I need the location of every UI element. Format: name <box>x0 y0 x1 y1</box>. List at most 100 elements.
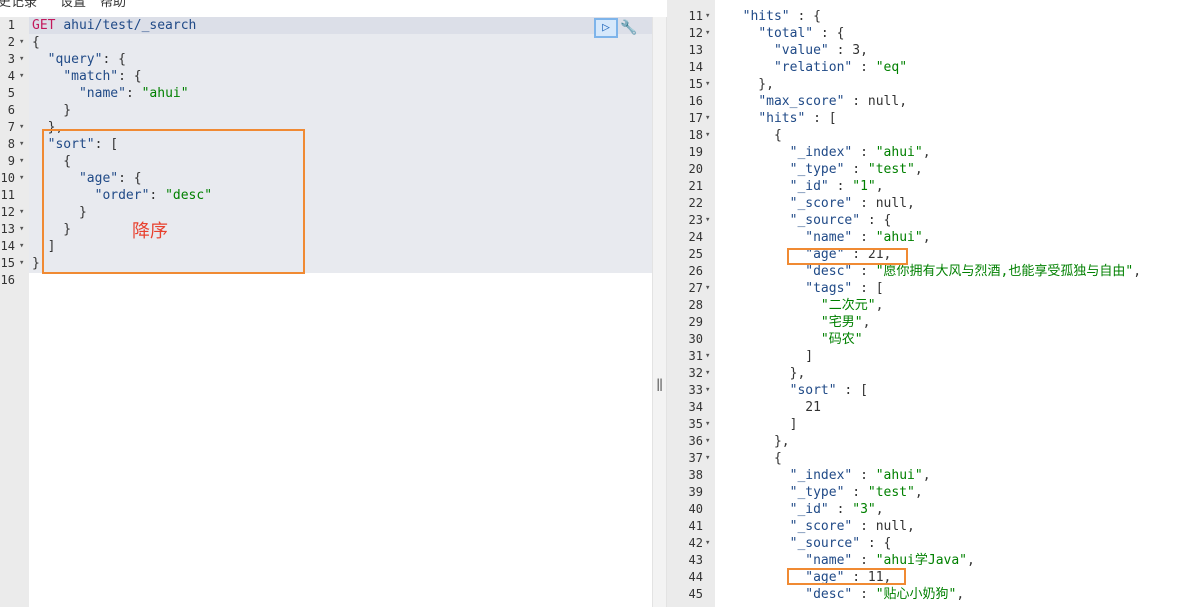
line-number: 26 <box>688 264 703 278</box>
fold-arrow-icon[interactable]: ▾ <box>19 170 24 187</box>
age-annotation-box-2 <box>787 568 906 585</box>
fold-arrow-icon[interactable]: ▾ <box>19 153 24 170</box>
line-number: 6 <box>7 103 15 117</box>
code-token: "ahui" <box>875 230 923 245</box>
fold-arrow-icon[interactable]: ▾ <box>19 204 24 221</box>
run-request-button[interactable]: ▷ <box>594 18 618 38</box>
code-token: , <box>875 179 884 194</box>
fold-arrow-icon[interactable]: ▾ <box>19 136 24 153</box>
line-number: 17 <box>688 111 703 125</box>
code-token: { <box>727 451 782 466</box>
line-number: 8 <box>7 137 15 151</box>
code-token: "ahui" <box>875 145 923 160</box>
code-line: "value" : 3, <box>727 42 868 59</box>
code-token: : { <box>860 536 892 551</box>
code-token: "_type" <box>789 162 845 177</box>
line-number: 37 <box>688 451 703 465</box>
request-editor[interactable]: 1 GET ahui/test/_search 2 ▾{3 ▾ "query": {4 ▾… <box>0 17 652 607</box>
fold-arrow-icon[interactable]: ▾ <box>705 212 710 229</box>
code-line: 21 <box>727 399 821 416</box>
code-token: , <box>922 468 931 483</box>
fold-arrow-icon[interactable]: ▾ <box>19 238 24 255</box>
fold-arrow-icon[interactable]: ▾ <box>705 8 710 25</box>
code-token: "ahui学Java" <box>875 553 968 568</box>
code-line: ] <box>727 416 798 433</box>
fold-arrow-icon[interactable]: ▾ <box>705 535 710 552</box>
code-line: "_type" : "test", <box>727 161 923 178</box>
fold-arrow-icon[interactable]: ▾ <box>19 34 24 51</box>
sort-annotation-box <box>42 129 305 274</box>
code-token: , <box>914 485 923 500</box>
fold-arrow-icon[interactable]: ▾ <box>705 382 710 399</box>
code-token: : { <box>789 9 821 24</box>
code-line: "_index" : "ahui", <box>727 144 931 161</box>
code-line: }, <box>727 365 806 382</box>
code-line: "desc" : "愿你拥有大风与烈酒,也能享受孤独与自由", <box>727 263 1141 280</box>
fold-arrow-icon[interactable]: ▾ <box>19 255 24 272</box>
code-line: } <box>32 102 71 119</box>
fold-arrow-icon[interactable]: ▾ <box>705 25 710 42</box>
fold-arrow-icon[interactable]: ▾ <box>705 416 710 433</box>
code-line: { <box>727 127 782 144</box>
line-number: 15 <box>688 77 703 91</box>
fold-arrow-icon[interactable]: ▾ <box>705 110 710 127</box>
line-number: 11 <box>688 9 703 23</box>
code-line: "max_score" : null, <box>727 93 907 110</box>
menu-settings[interactable]: 设置 <box>60 0 86 10</box>
code-token: : <box>844 485 868 500</box>
code-token: , <box>875 298 884 313</box>
fold-arrow-icon[interactable]: ▾ <box>705 280 710 297</box>
code-token: : null, <box>852 519 915 534</box>
double-bar-icon: ‖ <box>656 377 664 391</box>
code-token: ] <box>727 349 814 364</box>
code-line: "total" : { <box>727 25 844 42</box>
code-token: "hits" <box>742 9 790 24</box>
code-token: "ahui" <box>875 468 923 483</box>
response-viewer[interactable]: 11 ▾ "hits" : {12 ▾ "total" : {13 "value" … <box>667 0 1189 607</box>
code-line: "hits" : { <box>727 8 821 25</box>
fold-arrow-icon[interactable]: ▾ <box>19 51 24 68</box>
code-token: , <box>914 162 923 177</box>
code-token: "name" <box>78 86 126 101</box>
pane-splitter[interactable]: ‖ <box>652 17 667 607</box>
line-number: 14 <box>0 239 15 253</box>
fold-arrow-icon[interactable]: ▾ <box>19 221 24 238</box>
fold-arrow-icon[interactable]: ▾ <box>19 119 24 136</box>
code-token: "total" <box>758 26 814 41</box>
fold-arrow-icon[interactable]: ▾ <box>705 76 710 93</box>
code-token: : { <box>860 213 892 228</box>
fold-arrow-icon[interactable]: ▾ <box>705 365 710 382</box>
line-number: 7 <box>7 120 15 134</box>
line-number: 12 <box>688 26 703 40</box>
line-number: 32 <box>688 366 703 380</box>
code-token: "ahui" <box>141 86 189 101</box>
code-line: "name": "ahui" <box>32 85 189 102</box>
code-token: "_score" <box>789 196 853 211</box>
code-token: , <box>956 587 965 602</box>
line-number: 39 <box>688 485 703 499</box>
line-number: 35 <box>688 417 703 431</box>
menu-history[interactable]: 史记录 <box>0 0 37 10</box>
code-token: : [ <box>836 383 868 398</box>
annotation-label: 降序 <box>132 221 168 242</box>
line-number: 24 <box>688 230 703 244</box>
code-token: : { <box>813 26 845 41</box>
fold-arrow-icon[interactable]: ▾ <box>19 68 24 85</box>
code-token: , <box>862 315 871 330</box>
fold-arrow-icon[interactable]: ▾ <box>705 433 710 450</box>
code-token: "_type" <box>789 485 845 500</box>
fold-arrow-icon[interactable]: ▾ <box>705 450 710 467</box>
code-token: : <box>852 145 876 160</box>
code-token: , <box>967 553 975 568</box>
fold-arrow-icon[interactable]: ▾ <box>705 348 710 365</box>
line-number: 36 <box>688 434 703 448</box>
menu-help[interactable]: 帮助 <box>100 0 126 10</box>
wrench-icon[interactable]: 🔧 <box>620 19 638 37</box>
fold-arrow-icon[interactable]: ▾ <box>705 127 710 144</box>
line-number: 44 <box>688 570 703 584</box>
